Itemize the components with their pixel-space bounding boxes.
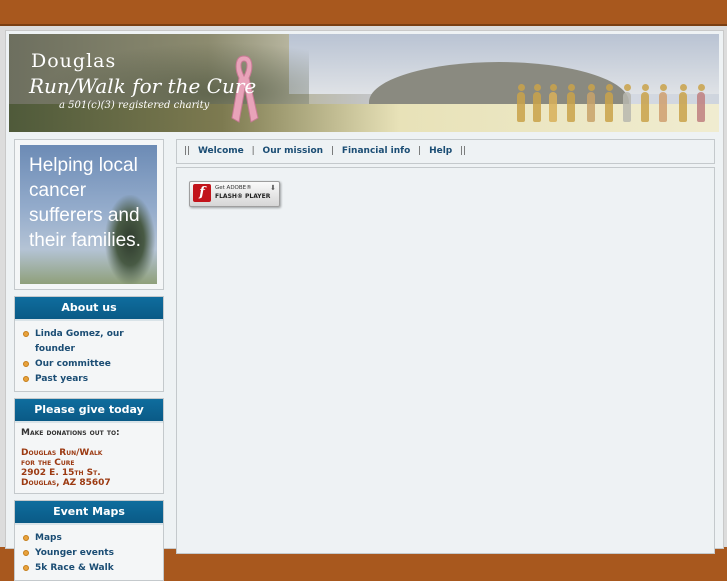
about-panel: About us Linda Gomez, our founder Our co… [14,296,164,392]
promo-box: Helping local cancer sufferers and their… [14,139,164,290]
maps-item-5k[interactable]: 5k Race & Walk [21,561,163,576]
site-title-event: Run/Walk for the Cure [29,74,257,98]
get-flash-player-button[interactable]: f Get ADOBE® FLASH® PLAYER ⬇ [189,181,280,207]
download-arrow-icon: ⬇ [270,184,276,192]
nav-our-mission[interactable]: Our mission [263,146,323,156]
top-nav: || Welcome | Our mission | Financial inf… [176,139,715,164]
give-heading: Please give today [15,399,163,423]
maps-heading: Event Maps [15,501,163,525]
promo-text: Helping local cancer sufferers and their… [29,155,141,251]
site-title-douglas: Douglas [31,50,117,72]
donation-address: Douglas Run/Walk for the Cure 2902 E. 15… [21,448,111,488]
about-item-founder[interactable]: Linda Gomez, our founder [21,327,163,357]
flash-line2: FLASH® PLAYER [215,193,271,200]
about-item-committee[interactable]: Our committee [21,357,163,372]
page: Douglas Run/Walk for the Cure a 501(c)(3… [0,24,727,581]
nav-help[interactable]: Help [429,146,452,156]
give-panel: Please give today Make donations out to:… [14,398,164,494]
header-banner: Douglas Run/Walk for the Cure a 501(c)(3… [9,34,719,132]
main-content: f Get ADOBE® FLASH® PLAYER ⬇ [176,167,715,554]
site-frame: Douglas Run/Walk for the Cure a 501(c)(3… [5,30,724,581]
maps-item-maps[interactable]: Maps [21,531,163,546]
runners-graphic [509,78,719,128]
about-heading: About us [15,297,163,321]
promo-image: Helping local cancer sufferers and their… [20,145,157,284]
maps-panel: Event Maps Maps Younger events 5k Race &… [14,500,164,581]
about-item-past-years[interactable]: Past years [21,372,163,387]
top-bar [0,0,727,24]
maps-item-younger-events[interactable]: Younger events [21,546,163,561]
flash-line1: Get ADOBE® [215,185,252,191]
nav-welcome[interactable]: Welcome [198,146,244,156]
site-subtitle: a 501(c)(3) registered charity [59,100,210,111]
donation-label: Make donations out to: [21,428,120,438]
flash-icon: f [193,184,211,202]
nav-financial-info[interactable]: Financial info [342,146,410,156]
left-sidebar: Helping local cancer sufferers and their… [14,139,164,581]
